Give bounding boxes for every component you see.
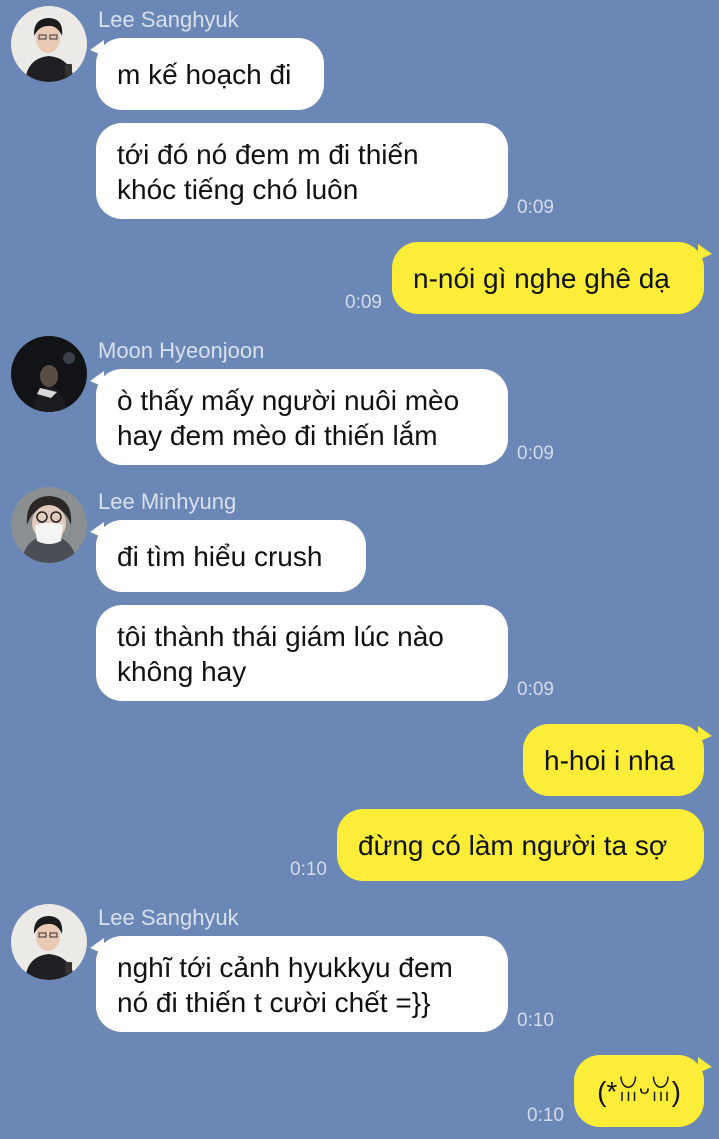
message-text: đi tìm hiểu crush xyxy=(117,540,323,572)
avatar-moon-hyeonjoon[interactable] xyxy=(11,336,87,412)
message-bubble[interactable]: đừng có làm người ta sợ xyxy=(337,809,704,881)
message-time: 0:10 xyxy=(290,859,327,880)
message-time: 0:09 xyxy=(517,679,554,700)
message-text-line: ò thấy mấy người nuôi mèo xyxy=(117,385,460,416)
message-text-line: nó đi thiến t cười chết =}} xyxy=(117,987,431,1018)
message-time: 0:10 xyxy=(517,1010,554,1031)
message-text-line: không hay xyxy=(117,656,247,687)
avatar-lee-sanghyuk[interactable] xyxy=(11,904,87,980)
sender-name: Lee Sanghyuk xyxy=(98,905,239,930)
message-text: n-nói gì nghe ghê dạ xyxy=(413,262,670,294)
message-text-line: tới đó nó đem m đi thiến xyxy=(117,139,419,170)
message-bubble[interactable]: tới đó nó đem m đi thiến khóc tiếng chó … xyxy=(96,123,508,219)
avatar-lee-minhyung[interactable] xyxy=(11,487,87,563)
message-bubble[interactable]: ò thấy mấy người nuôi mèo hay đem mèo đi… xyxy=(96,369,508,465)
message-time: 0:10 xyxy=(527,1105,564,1126)
message-time: 0:09 xyxy=(517,197,554,218)
message-text: đừng có làm người ta sợ xyxy=(358,829,668,861)
message-bubble[interactable]: n-nói gì nghe ghê dạ xyxy=(392,242,704,314)
avatar-lee-sanghyuk[interactable] xyxy=(11,6,87,82)
message-text: m kế hoạch đi xyxy=(117,58,292,90)
message-bubble[interactable]: nghĩ tới cảnh hyukkyu đem nó đi thiến t … xyxy=(96,936,508,1032)
bubble-tail xyxy=(698,726,712,742)
message-bubble[interactable]: m kế hoạch đi xyxy=(96,38,324,110)
message-text-line: khóc tiếng chó luôn xyxy=(117,174,359,205)
sender-name: Lee Sanghyuk xyxy=(98,7,239,32)
bubble-tail xyxy=(698,244,712,260)
message-bubble[interactable]: tôi thành thái giám lúc nào không hay xyxy=(96,605,508,701)
message-time: 0:09 xyxy=(517,443,554,464)
sender-name: Moon Hyeonjoon xyxy=(98,338,265,363)
message-bubble[interactable]: đi tìm hiểu crush xyxy=(96,520,366,592)
sender-name: Lee Minhyung xyxy=(98,489,237,514)
message-text-line: tôi thành thái giám lúc nào xyxy=(117,621,444,652)
message-bubble[interactable]: (*ꈍᵕꈍ) xyxy=(574,1055,704,1127)
message-text: h-hoi i nha xyxy=(544,744,675,776)
message-text-line: nghĩ tới cảnh hyukkyu đem xyxy=(117,952,453,983)
message-time: 0:09 xyxy=(345,292,382,313)
message-bubble[interactable]: h-hoi i nha xyxy=(523,724,704,796)
message-text-line: hay đem mèo đi thiến lắm xyxy=(117,420,438,451)
bubble-tail xyxy=(698,1057,712,1073)
message-text: (*ꈍᵕꈍ) xyxy=(597,1075,681,1107)
